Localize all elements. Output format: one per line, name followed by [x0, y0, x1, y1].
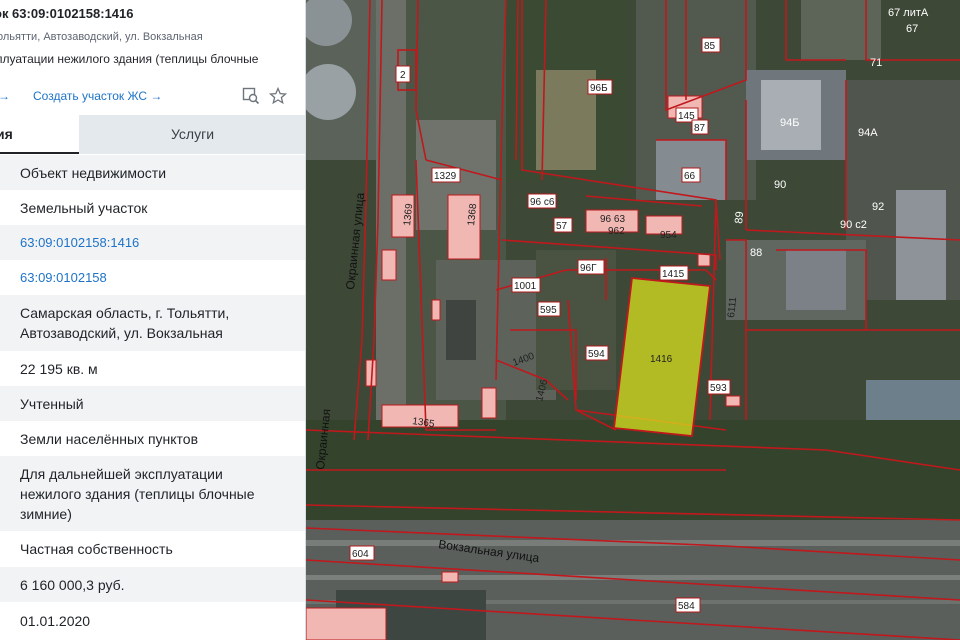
row-status: Учтенный	[0, 386, 305, 421]
tab-services[interactable]: Услуги	[79, 115, 305, 154]
row-text: Для дальнейшей эксплуатации нежилого зда…	[20, 465, 255, 522]
parcel-label-604: 604	[352, 549, 369, 560]
row-text: Самарская область, г. Тольятти, Автозаво…	[20, 305, 230, 341]
cadastral-map[interactable]: Окраинная улица Окраинная Вокзальная ули…	[306, 0, 960, 640]
panel-tabs: ия Услуги	[0, 115, 305, 154]
parcel-label-6111: 6111	[726, 296, 739, 318]
row-cadastral-quarter-link[interactable]: 63:09:0102158	[0, 260, 305, 295]
parcel-label-71: 71	[870, 57, 882, 69]
parcel-label-1001: 1001	[514, 281, 537, 292]
parcel-label-962: 962	[608, 226, 625, 237]
parcel-info-panel: ок 63:09:0102158:1416 ольятти, Автозавод…	[0, 0, 306, 640]
action-bar: → Создать участок ЖС →	[0, 86, 305, 108]
row-text: 01.01.2020	[20, 613, 91, 629]
row-land-category: Земли населённых пунктов	[0, 421, 305, 456]
parcel-label-96g: 96Г	[580, 263, 597, 274]
parcel-label-92: 92	[872, 201, 884, 213]
map-canvas[interactable]: Окраинная улица Окраинная Вокзальная ули…	[306, 0, 960, 640]
row-ownership: Частная собственность	[0, 531, 305, 567]
row-cadastral-number-link[interactable]: 63:09:0102158:1416	[0, 225, 305, 260]
parcel-label-88: 88	[750, 247, 762, 259]
parcel-short-address: ольятти, Автозаводский, ул. Вокзальная	[0, 31, 203, 43]
row-permitted-use: Для дальнейшей эксплуатации нежилого зда…	[0, 456, 305, 531]
row-text: 6 160 000,3 руб.	[20, 576, 125, 593]
tab-information[interactable]: ия	[0, 115, 79, 154]
parcel-label-1415: 1415	[662, 269, 685, 280]
row-address: Самарская область, г. Тольятти, Автозаво…	[0, 295, 305, 351]
create-zhs-parcel-link[interactable]: Создать участок ЖС →	[33, 89, 162, 103]
parcel-label-954: 954	[660, 230, 677, 241]
parcel-label-96b: 96Б	[590, 83, 608, 94]
row-cadastral-value: 6 160 000,3 руб.	[0, 567, 305, 602]
parcel-label-87: 87	[694, 123, 706, 134]
parcel-label-96c6: 96 с6	[530, 197, 555, 208]
row-object-kind: Земельный участок	[0, 190, 305, 225]
row-text: Учтенный	[20, 395, 84, 412]
row-area: 22 195 кв. м	[0, 351, 305, 386]
star-icon-svg	[268, 86, 288, 105]
parcel-label-89: 89	[733, 211, 746, 224]
partial-action-link[interactable]: →	[0, 89, 10, 103]
star-icon[interactable]	[268, 86, 288, 105]
parcel-purpose-preview: плуатации нежилого здания (теплицы блочн…	[0, 52, 259, 66]
row-text: Частная собственность	[20, 541, 173, 557]
parcel-label-1329: 1329	[434, 171, 457, 182]
row-text: Земли населённых пунктов	[20, 430, 199, 447]
parcel-label-1416: 1416	[650, 354, 673, 365]
parcel-label-66: 66	[684, 171, 696, 182]
row-text: 22 195 кв. м	[20, 360, 98, 377]
row-text: Объект недвижимости	[20, 164, 167, 181]
map-search-icon[interactable]	[242, 87, 260, 105]
parcel-label-67a: 67 литА	[888, 7, 929, 19]
parcel-label-595: 595	[540, 305, 557, 316]
row-object-type: Объект недвижимости	[0, 155, 305, 190]
row-link-text[interactable]: 63:09:0102158	[20, 268, 107, 288]
row-text: Земельный участок	[20, 199, 148, 216]
parcel-title: ок 63:09:0102158:1416	[0, 6, 134, 21]
row-value-date: 01.01.2020	[0, 602, 305, 640]
row-link-text[interactable]: 63:09:0102158:1416	[20, 233, 139, 253]
parcel-label-594: 594	[588, 349, 605, 360]
map-search-icon-svg	[242, 87, 260, 105]
parcel-label-96-63: 96 63	[600, 214, 625, 225]
parcel-label-94b: 94Б	[780, 117, 799, 129]
parcel-label-584: 584	[678, 601, 695, 612]
parcel-label-90: 90	[774, 179, 786, 191]
parcel-label-57: 57	[556, 221, 568, 232]
parcel-label-90c2: 90 с2	[840, 219, 867, 231]
parcel-label-2: 2	[400, 70, 406, 81]
parcel-label-94a: 94А	[858, 127, 878, 139]
parcel-label-67: 67	[906, 23, 918, 35]
parcel-label-593: 593	[710, 383, 727, 394]
parcel-label-85: 85	[704, 41, 716, 52]
